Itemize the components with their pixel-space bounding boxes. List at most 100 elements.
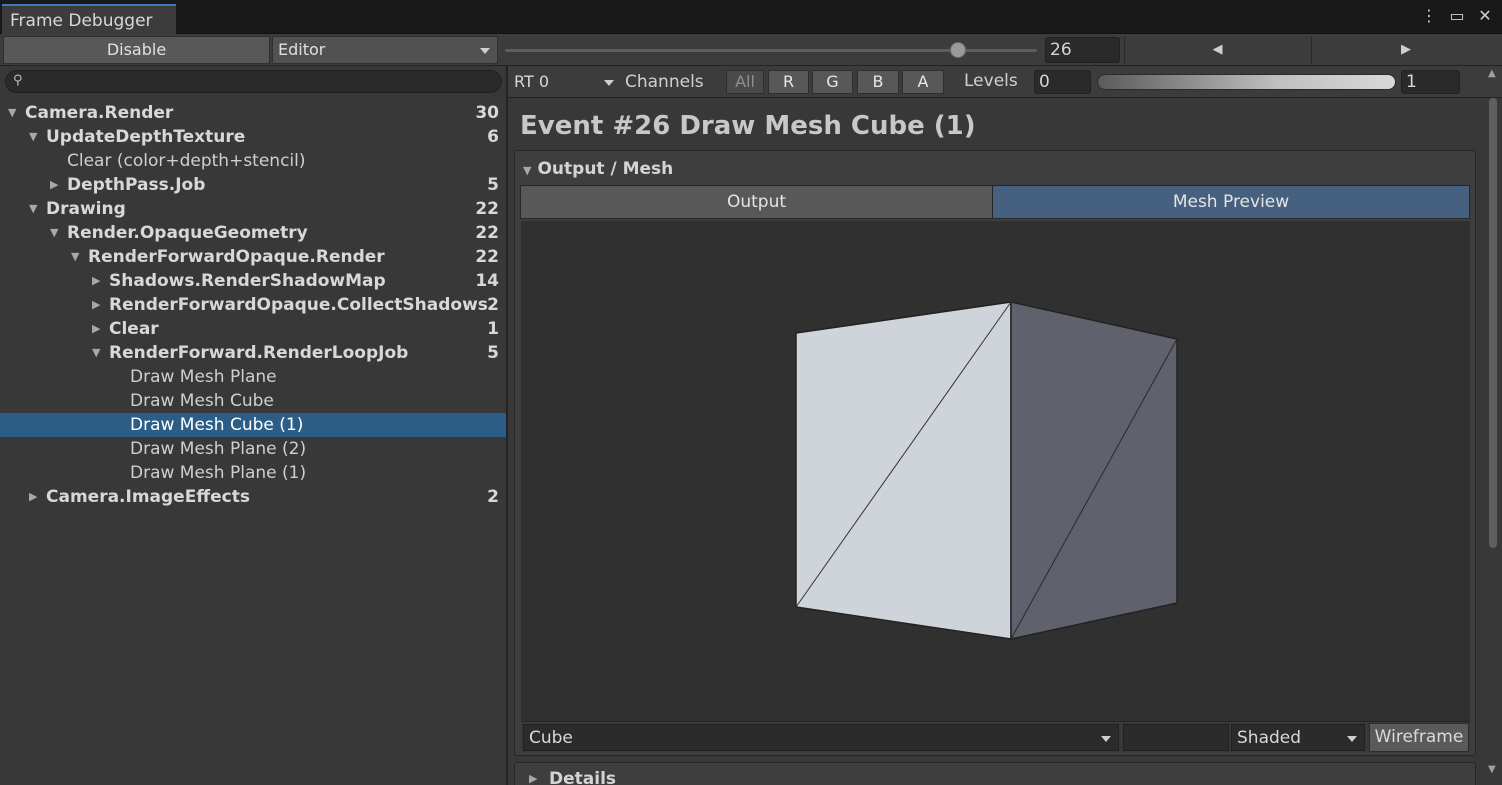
event-number-field[interactable]: 26: [1045, 37, 1120, 63]
scroll-up-icon[interactable]: ▲: [1488, 68, 1496, 79]
tree-row[interactable]: ▶ Camera.ImageEffects 2: [0, 485, 506, 509]
tree-row[interactable]: ▼ Camera.Render 30: [0, 101, 506, 125]
tree-row-count: 6: [487, 127, 499, 147]
tree-row-label: Drawing: [46, 199, 126, 219]
shading-mode-dropdown[interactable]: Shaded: [1231, 724, 1365, 751]
tree-row-label: UpdateDepthTexture: [46, 127, 246, 147]
levels-max-field[interactable]: 1: [1401, 70, 1460, 94]
tree-row-count: 22: [475, 199, 499, 219]
channel-r-button[interactable]: R: [768, 70, 809, 94]
more-icon[interactable]: ⋮: [1420, 6, 1438, 25]
details-label: Details: [549, 769, 617, 785]
tree-row[interactable]: Draw Mesh Plane: [0, 365, 506, 389]
tree-row-count: 5: [487, 343, 499, 363]
event-detail-panel: RT 0 Channels All R G B A Levels 0 1 ▲ ▼…: [508, 66, 1502, 785]
arrow-right-icon: ▶: [1401, 42, 1411, 57]
foldout-expanded-icon: ▼: [523, 164, 532, 177]
vertical-scrollbar[interactable]: ▲ ▼: [1488, 68, 1498, 776]
maximize-icon[interactable]: ▭: [1448, 6, 1466, 25]
scroll-down-icon[interactable]: ▼: [1488, 764, 1496, 775]
event-title: Event #26 Draw Mesh Cube (1): [520, 111, 976, 141]
tree-row-selected[interactable]: Draw Mesh Cube (1): [0, 413, 506, 437]
arrow-left-icon: ◀: [1212, 42, 1223, 57]
tree-row[interactable]: ▼ Render.OpaqueGeometry 22: [0, 221, 506, 245]
tree-row-label: DepthPass.Job: [67, 175, 206, 195]
output-mesh-foldout[interactable]: ▼ Output / Mesh: [523, 159, 673, 179]
target-dropdown[interactable]: Editor: [272, 36, 498, 64]
wireframe-toggle[interactable]: Wireframe: [1369, 723, 1469, 752]
tree-row[interactable]: Draw Mesh Plane (2): [0, 437, 506, 461]
foldout-expanded-icon[interactable]: ▼: [92, 341, 104, 365]
foldout-expanded-icon[interactable]: ▼: [8, 101, 20, 125]
channels-label: Channels: [625, 72, 704, 92]
tree-row-count: 2: [487, 295, 499, 315]
foldout-expanded-icon[interactable]: ▼: [29, 125, 41, 149]
tree-row[interactable]: Clear (color+depth+stencil): [0, 149, 506, 173]
tree-row-count: 2: [487, 487, 499, 507]
tree-row[interactable]: ▶ RenderForwardOpaque.CollectShadows 2: [0, 293, 506, 317]
tree-row-count: 22: [475, 223, 499, 243]
render-target-label: RT 0: [514, 72, 549, 91]
tree-row[interactable]: ▼ UpdateDepthTexture 6: [0, 125, 506, 149]
mesh-select-label: Cube: [529, 728, 573, 748]
foldout-collapsed-icon[interactable]: ▶: [29, 485, 41, 509]
foldout-expanded-icon[interactable]: ▼: [29, 197, 41, 221]
cube-mesh-preview: [795, 301, 1178, 640]
channel-b-button[interactable]: B: [857, 70, 899, 94]
tree-row-label: Shadows.RenderShadowMap: [109, 271, 386, 291]
levels-range-slider[interactable]: [1097, 74, 1396, 90]
foldout-collapsed-icon[interactable]: ▶: [92, 269, 104, 293]
foldout-expanded-icon[interactable]: ▼: [71, 245, 83, 269]
tab-mesh-preview[interactable]: Mesh Preview: [992, 186, 1469, 218]
foldout-collapsed-icon: ▶: [529, 772, 538, 785]
tree-row-count: 22: [475, 247, 499, 267]
render-target-bar: RT 0 Channels All R G B A Levels 0 1: [508, 66, 1502, 98]
tree-row-label: RenderForward.RenderLoopJob: [109, 343, 409, 363]
disable-button[interactable]: Disable: [3, 36, 270, 64]
window-controls: ⋮ ▭ ✕: [1420, 6, 1494, 25]
foldout-collapsed-icon[interactable]: ▶: [92, 317, 104, 341]
render-target-dropdown[interactable]: RT 0: [514, 69, 614, 95]
tree-row-label: RenderForwardOpaque.Render: [88, 247, 385, 267]
scrollbar-thumb[interactable]: [1489, 98, 1497, 548]
cube-side-face: [1010, 301, 1178, 640]
tree-row-label: Camera.ImageEffects: [46, 487, 250, 507]
chevron-down-icon: [480, 48, 490, 54]
tree-row-count: 30: [475, 103, 499, 123]
tree-row[interactable]: ▼ Drawing 22: [0, 197, 506, 221]
output-mesh-section: ▼ Output / Mesh Output Mesh Preview Cube …: [514, 150, 1476, 756]
mesh-select-dropdown[interactable]: Cube: [523, 724, 1119, 751]
tab-output[interactable]: Output: [521, 186, 992, 218]
tree-row[interactable]: ▶ Shadows.RenderShadowMap 14: [0, 269, 506, 293]
foldout-collapsed-icon[interactable]: ▶: [92, 293, 104, 317]
channel-a-button[interactable]: A: [902, 70, 944, 94]
chevron-down-icon: [1101, 736, 1111, 742]
tree-row-label: Draw Mesh Plane: [130, 367, 277, 387]
levels-min-field[interactable]: 0: [1034, 70, 1091, 94]
tree-row-label: Draw Mesh Cube (1): [130, 415, 304, 435]
shading-mode-label: Shaded: [1237, 728, 1302, 748]
tree-row[interactable]: ▼ RenderForward.RenderLoopJob 5: [0, 341, 506, 365]
previous-event-button[interactable]: ◀: [1124, 36, 1310, 64]
details-foldout[interactable]: ▶ Details: [514, 762, 1476, 785]
tree-row[interactable]: ▼ RenderForwardOpaque.Render 22: [0, 245, 506, 269]
mesh-preview-toolbar: Cube Shaded Wireframe: [521, 721, 1470, 752]
channel-all-button[interactable]: All: [726, 70, 764, 94]
event-tree: ▼ Camera.Render 30 ▼ UpdateDepthTexture 6 Clea…: [0, 101, 506, 509]
event-slider-handle[interactable]: [950, 42, 966, 58]
tree-row-label: Draw Mesh Plane (1): [130, 463, 307, 483]
tree-row-label: Render.OpaqueGeometry: [67, 223, 308, 243]
tree-row[interactable]: Draw Mesh Plane (1): [0, 461, 506, 485]
chevron-down-icon: [604, 80, 614, 86]
tree-row[interactable]: Draw Mesh Cube: [0, 389, 506, 413]
next-event-button[interactable]: ▶: [1311, 36, 1500, 64]
foldout-expanded-icon[interactable]: ▼: [50, 221, 62, 245]
tree-row[interactable]: ▶ Clear 1: [0, 317, 506, 341]
search-input[interactable]: ⚲: [5, 70, 502, 93]
tree-row[interactable]: ▶ DepthPass.Job 5: [0, 173, 506, 197]
mesh-preview-viewport[interactable]: [521, 221, 1470, 721]
window-tab-frame-debugger[interactable]: Frame Debugger: [2, 4, 176, 34]
foldout-collapsed-icon[interactable]: ▶: [50, 173, 62, 197]
close-icon[interactable]: ✕: [1476, 6, 1494, 25]
channel-g-button[interactable]: G: [812, 70, 853, 94]
